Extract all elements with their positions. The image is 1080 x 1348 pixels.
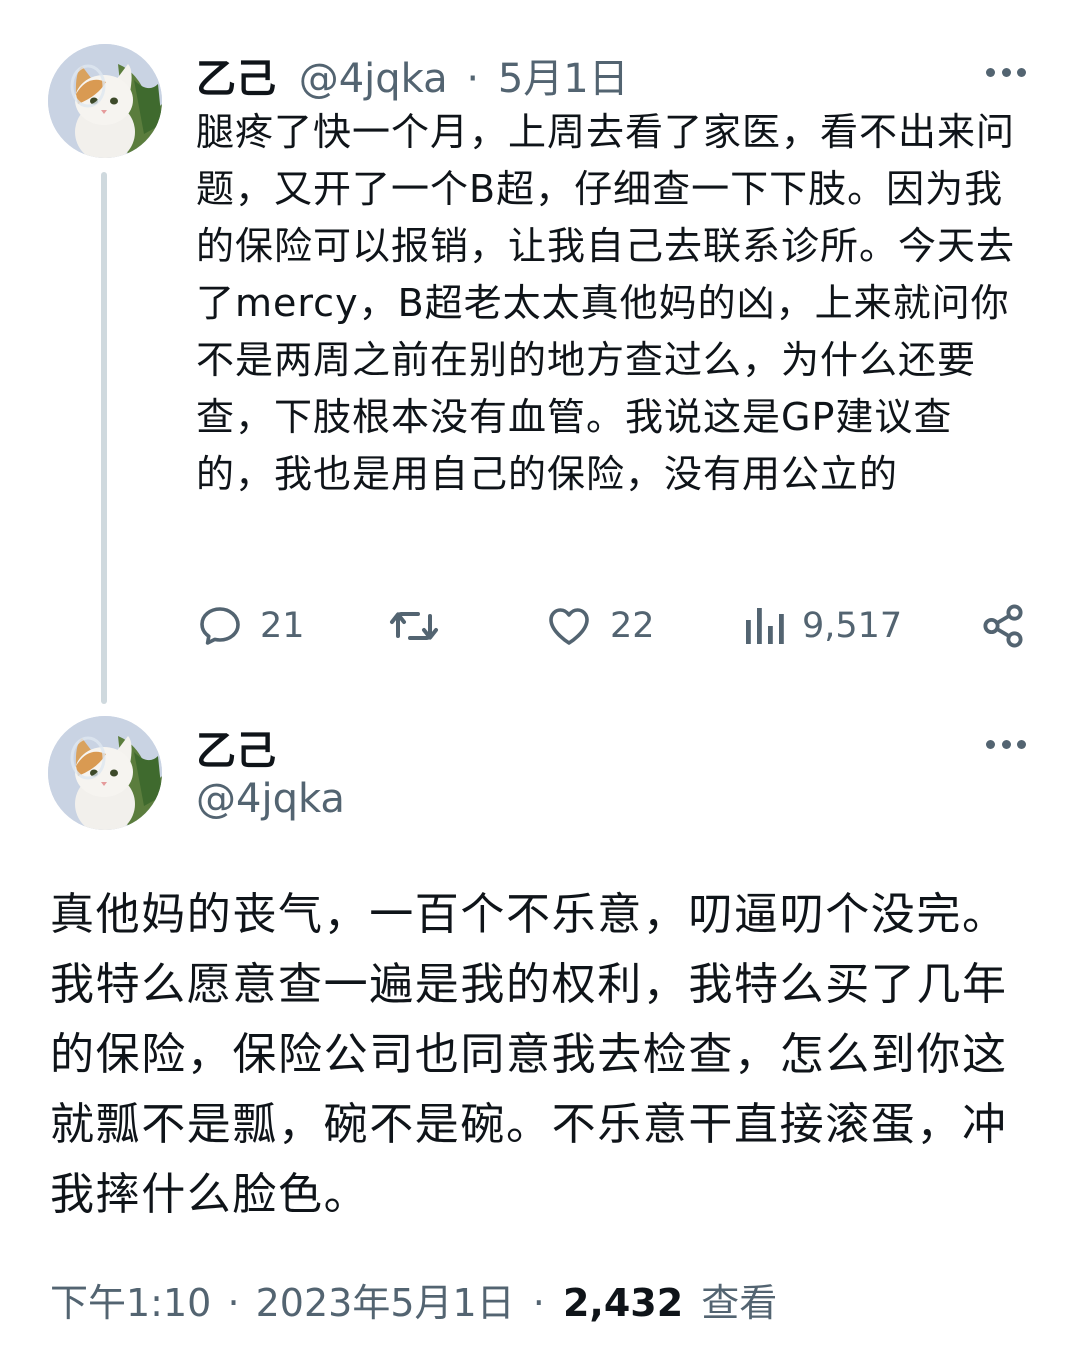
views-count: 9,517 [802,606,903,646]
cat-avatar-image [48,716,162,830]
retweet-icon [390,612,438,640]
views-count: 2,432 [562,1281,684,1325]
more-dot-icon [986,739,995,749]
header-separator: · [466,56,480,102]
tweet2-metadata: 下午1:10 · 2023年5月1日 · 2,432 查看 [50,1272,777,1327]
more-options-button[interactable] [986,738,1026,750]
more-dot-icon [1017,67,1026,77]
tweet2-display-name[interactable]: 乙己 [196,718,276,776]
share-icon [983,604,1023,648]
reply-count: 21 [260,606,305,646]
display-name[interactable]: 乙己 [196,728,276,774]
retweet-button[interactable] [388,596,456,656]
more-dot-icon [1001,67,1011,77]
like-button[interactable]: 22 [544,596,655,656]
user-handle[interactable]: @4jqka [299,56,448,102]
tweet1-header: 乙己 @4jqka · 5月1日 [196,46,629,104]
display-name[interactable]: 乙己 [196,56,276,102]
tweet2-body: 真他妈的丧气，一百个不乐意，叨逼叨个没完。我特么愿意查一遍是我的权利，我特么买了… [50,889,1008,1220]
more-dot-icon [986,67,995,77]
meta-separator: · [532,1281,545,1325]
tweet2-handle[interactable]: @4jqka [196,776,345,822]
tweet-date[interactable]: 5月1日 [498,56,629,102]
views-button[interactable]: 9,517 [744,596,902,656]
avatar[interactable] [48,716,162,830]
avatar[interactable] [48,44,162,158]
tweet1-body: 腿疼了快一个月，上周去看了家医，看不出来问题，又开了一个B超，仔细查一下下肢。因… [196,110,1016,496]
meta-separator: · [227,1281,240,1325]
like-count: 22 [610,606,655,646]
heart-icon [549,608,589,645]
views-chart-icon [746,608,784,644]
tweet-full-date[interactable]: 2023年5月1日 [256,1281,515,1325]
reply-icon [200,607,240,645]
tweet-time[interactable]: 下午1:10 [50,1281,211,1325]
cat-avatar-image [48,44,162,158]
tweet1-action-bar: 21 22 9,517 [196,596,1036,656]
thread-connector-line [101,172,107,704]
share-button[interactable] [980,596,1026,656]
views-label: 查看 [701,1281,778,1325]
more-options-button[interactable] [986,66,1026,78]
reply-button[interactable]: 21 [196,596,305,656]
more-dot-icon [1001,739,1011,749]
more-dot-icon [1017,739,1026,749]
